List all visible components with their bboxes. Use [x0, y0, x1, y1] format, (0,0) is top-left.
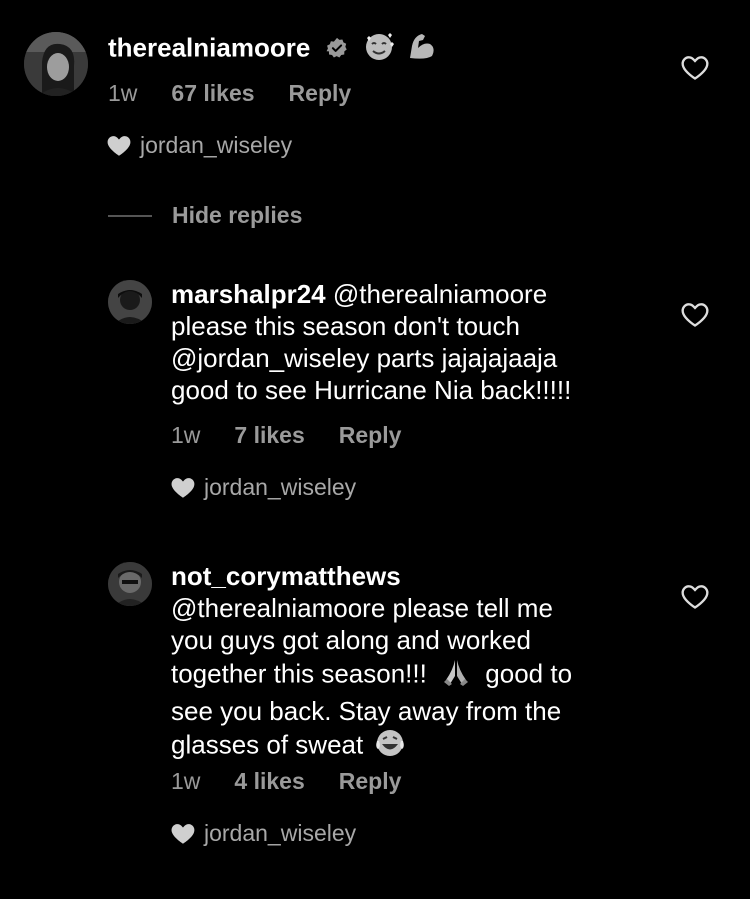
mention[interactable]: @therealniamoore: [333, 279, 547, 309]
smiling-face-with-hearts-emoji: [363, 30, 395, 69]
reply-button[interactable]: Reply: [339, 422, 402, 449]
like-heart-icon[interactable]: [681, 302, 709, 328]
likes-count[interactable]: 7 likes: [234, 422, 304, 449]
flexed-biceps-emoji: [406, 30, 438, 69]
text-line: @therealniamoore please tell me: [171, 593, 553, 623]
avatar[interactable]: [108, 280, 152, 324]
main-comment: therealniamoore 1w 67 likes Reply jordan…: [0, 0, 750, 200]
text-line: good to: [485, 658, 573, 689]
comment-header: therealniamoore: [108, 30, 438, 69]
username[interactable]: therealniamoore: [108, 32, 310, 62]
username[interactable]: not_corymatthews: [171, 561, 401, 591]
divider-line: [108, 214, 152, 217]
liked-by[interactable]: jordan_wiseley: [170, 474, 356, 501]
reply-text: marshalpr24 @therealniamoore please this…: [171, 278, 651, 406]
avatar[interactable]: [108, 562, 152, 606]
reply-comment: marshalpr24 @therealniamoore please this…: [0, 270, 750, 520]
comment-meta: 1w 4 likes Reply: [171, 768, 401, 795]
text-line: together this season!!!: [171, 658, 427, 689]
comment-time: 1w: [171, 768, 201, 794]
like-heart-icon[interactable]: [681, 584, 709, 610]
text-line: see you back. Stay away from the: [171, 696, 562, 726]
filled-heart-icon: [171, 477, 195, 498]
reply-comment: not_corymatthews @therealniamoore please…: [0, 556, 750, 876]
liked-by-username: jordan_wiseley: [204, 820, 357, 846]
like-heart-icon[interactable]: [681, 55, 709, 81]
filled-heart-icon: [107, 135, 131, 156]
reply-button[interactable]: Reply: [339, 768, 402, 795]
text-line: you guys got along and worked: [171, 625, 531, 655]
likes-count[interactable]: 4 likes: [234, 768, 304, 795]
reply-button[interactable]: Reply: [289, 80, 352, 107]
hide-replies-toggle[interactable]: Hide replies: [108, 202, 302, 229]
comment-meta: 1w 7 likes Reply: [171, 422, 401, 449]
verified-badge-icon: [326, 34, 348, 66]
username[interactable]: marshalpr24: [171, 279, 326, 309]
text-line: glasses of sweat: [171, 729, 364, 760]
liked-by[interactable]: jordan_wiseley: [106, 132, 292, 159]
tears-of-joy-emoji: [374, 727, 406, 766]
liked-by[interactable]: jordan_wiseley: [170, 820, 356, 847]
filled-heart-icon: [171, 823, 195, 844]
avatar[interactable]: [24, 32, 88, 96]
reply-text: not_corymatthews @therealniamoore please…: [171, 560, 651, 766]
hide-replies-label: Hide replies: [172, 202, 303, 228]
folded-hands-emoji: [440, 656, 472, 695]
comment-time: 1w: [171, 422, 201, 448]
liked-by-username: jordan_wiseley: [140, 132, 293, 158]
text-line: @jordan_wiseley parts jajajajaaja: [171, 343, 558, 373]
text-line: please this season don't touch: [171, 311, 520, 341]
liked-by-username: jordan_wiseley: [204, 474, 357, 500]
comment-meta: 1w 67 likes Reply: [108, 80, 351, 107]
comment-time: 1w: [108, 80, 138, 106]
likes-count[interactable]: 67 likes: [171, 80, 254, 107]
text-line: good to see Hurricane Nia back!!!!!: [171, 375, 572, 405]
